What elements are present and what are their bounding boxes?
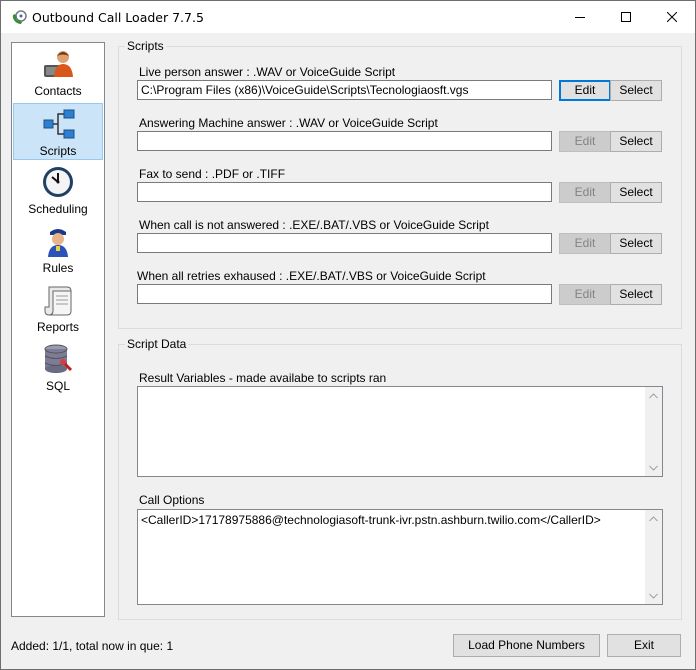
minimize-button[interactable] xyxy=(557,1,603,33)
clock-icon xyxy=(43,167,73,197)
load-phone-numbers-button[interactable]: Load Phone Numbers xyxy=(453,634,600,657)
answering-machine-script-input[interactable] xyxy=(137,131,552,151)
close-button[interactable] xyxy=(649,1,695,33)
retries-exhausted-select-button[interactable]: Select xyxy=(610,284,662,305)
live-person-edit-button[interactable]: Edit xyxy=(559,80,611,101)
scroll-down-icon[interactable] xyxy=(645,459,662,476)
fax-select-button[interactable]: Select xyxy=(610,182,662,203)
sidebar-item-contacts[interactable]: Contacts xyxy=(13,44,103,101)
app-phone-icon xyxy=(12,10,27,24)
live-person-script-input[interactable]: C:\Program Files (x86)\VoiceGuide\Script… xyxy=(137,80,552,100)
minimize-icon xyxy=(575,17,585,18)
call-options-label: Call Options xyxy=(139,493,205,507)
retries-exhausted-label: When all retries exhaused : .EXE/.BAT/.V… xyxy=(137,269,486,283)
sidebar-nav: Contacts Scripts Scheduling Rules Report… xyxy=(11,42,105,617)
retries-exhausted-script-input[interactable] xyxy=(137,284,552,304)
call-options-text: <CallerID>17178975886@technologiasoft-tr… xyxy=(141,513,601,527)
answering-machine-edit-button: Edit xyxy=(559,131,611,152)
retries-exhausted-edit-button: Edit xyxy=(559,284,611,305)
scroll-up-icon[interactable] xyxy=(645,510,662,527)
maximize-button[interactable] xyxy=(603,1,649,33)
scripts-group: Scripts Live person answer : .WAV or Voi… xyxy=(118,39,682,329)
sidebar-item-label: SQL xyxy=(45,379,70,393)
fax-edit-button: Edit xyxy=(559,182,611,203)
status-text: Added: 1/1, total now in que: 1 xyxy=(11,639,174,653)
sidebar-item-label: Contacts xyxy=(34,84,82,98)
fax-label: Fax to send : .PDF or .TIFF xyxy=(139,167,286,181)
scroll-down-icon[interactable] xyxy=(645,587,662,604)
not-answered-edit-button: Edit xyxy=(559,233,611,254)
scripts-group-title: Scripts xyxy=(125,39,166,53)
result-variables-scrollbar[interactable] xyxy=(645,387,662,476)
result-variables-textarea[interactable] xyxy=(137,386,663,477)
call-options-scrollbar[interactable] xyxy=(645,510,662,604)
exit-button[interactable]: Exit xyxy=(607,634,681,657)
live-person-select-button[interactable]: Select xyxy=(610,80,662,101)
sidebar-item-label: Scripts xyxy=(39,144,77,158)
sidebar-item-sql[interactable]: SQL xyxy=(13,339,103,396)
close-icon xyxy=(667,12,677,22)
not-answered-label: When call is not answered : .EXE/.BAT/.V… xyxy=(139,218,489,232)
sidebar-item-label: Rules xyxy=(42,261,74,275)
result-variables-label: Result Variables - made availabe to scri… xyxy=(139,371,387,385)
sidebar-item-scheduling[interactable]: Scheduling xyxy=(13,162,103,219)
sidebar-item-scripts[interactable]: Scripts xyxy=(13,103,103,160)
database-icon xyxy=(44,344,73,373)
rules-icon xyxy=(48,229,68,257)
scroll-up-icon[interactable] xyxy=(645,387,662,404)
script-data-group-title: Script Data xyxy=(125,337,189,351)
maximize-icon xyxy=(621,12,631,22)
live-person-label: Live person answer : .WAV or VoiceGuide … xyxy=(139,65,396,79)
main-window: Outbound Call Loader 7.7.5 Contacts Scri… xyxy=(0,0,696,670)
call-options-textarea[interactable]: <CallerID>17178975886@technologiasoft-tr… xyxy=(137,509,663,605)
window-title: Outbound Call Loader 7.7.5 xyxy=(32,10,204,25)
title-bar[interactable]: Outbound Call Loader 7.7.5 xyxy=(1,1,695,33)
not-answered-script-input[interactable] xyxy=(137,233,552,253)
sidebar-item-rules[interactable]: Rules xyxy=(13,221,103,278)
script-data-group: Script Data Result Variables - made avai… xyxy=(118,337,682,620)
answering-machine-label: Answering Machine answer : .WAV or Voice… xyxy=(139,116,438,130)
sidebar-item-label: Reports xyxy=(36,320,80,334)
sidebar-item-reports[interactable]: Reports xyxy=(13,280,103,337)
sidebar-item-label: Scheduling xyxy=(28,202,88,216)
not-answered-select-button[interactable]: Select xyxy=(610,233,662,254)
answering-machine-select-button[interactable]: Select xyxy=(610,131,662,152)
fax-file-input[interactable] xyxy=(137,182,552,202)
contacts-icon xyxy=(44,51,73,77)
scroll-icon xyxy=(44,286,72,316)
scripts-icon xyxy=(43,109,75,139)
